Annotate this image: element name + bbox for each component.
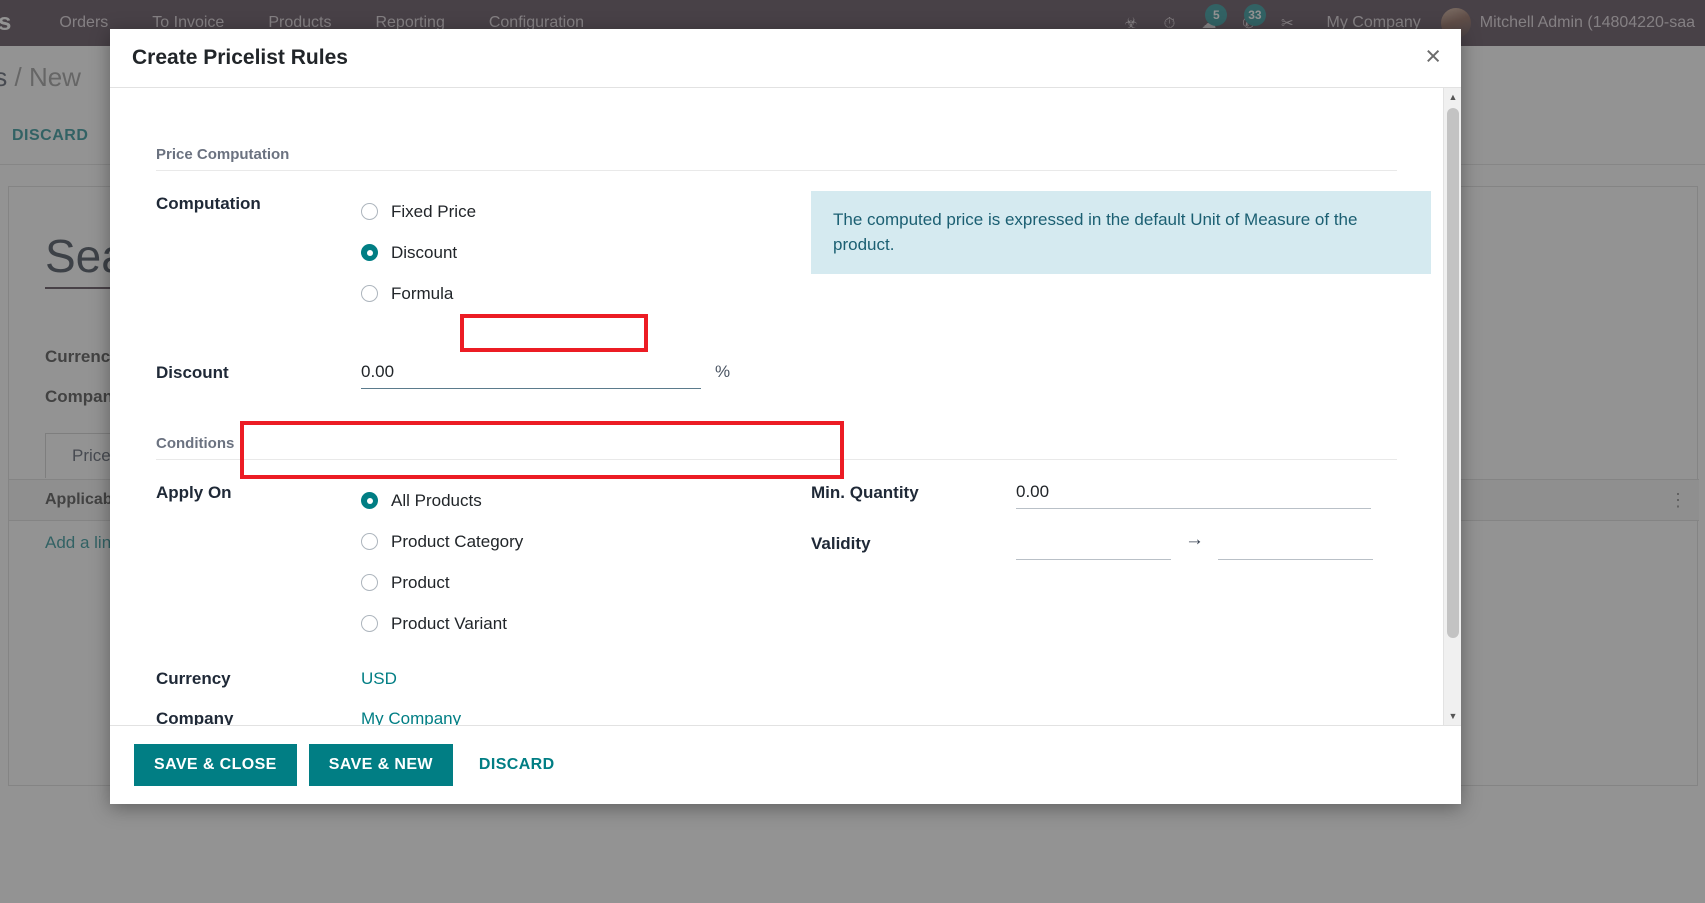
radio-product-icon[interactable] xyxy=(361,574,378,591)
min-quantity-label: Min. Quantity xyxy=(811,483,919,502)
radio-label-all-products: All Products xyxy=(391,490,482,510)
apply-on-field-row: Apply On All Products Product Category P… xyxy=(156,480,801,644)
validity-label: Validity xyxy=(811,534,871,553)
min-quantity-field-row: Min. Quantity xyxy=(811,480,1397,509)
price-computation-right: The computed price is expressed in the d… xyxy=(801,191,1431,318)
company-label: Company xyxy=(156,709,234,725)
apply-on-label: Apply On xyxy=(156,483,232,502)
dialog-scrollbar[interactable]: ▲ ▼ xyxy=(1443,88,1461,725)
dialog-form: Price Computation Computation Fixed Pric… xyxy=(110,88,1443,725)
radio-label-product-variant: Product Variant xyxy=(391,613,507,633)
radio-label-formula: Formula xyxy=(391,283,454,303)
discount-value-group: % xyxy=(361,360,1397,389)
dialog-header: Create Pricelist Rules × xyxy=(110,29,1461,88)
arrow-right-icon: → xyxy=(1185,529,1204,550)
min-quantity-input[interactable] xyxy=(1016,480,1371,509)
radio-option-fixed-price[interactable]: Fixed Price xyxy=(361,191,801,232)
info-alert: The computed price is expressed in the d… xyxy=(811,191,1431,275)
radio-fixed-price-icon[interactable] xyxy=(361,203,378,220)
discount-field-row: Discount % xyxy=(156,360,1397,389)
radio-label-product: Product xyxy=(391,572,450,592)
currency-label: Currency xyxy=(156,669,231,688)
conditions-right: Min. Quantity Validity → xyxy=(801,480,1397,725)
dialog-footer: SAVE & CLOSE SAVE & NEW DISCARD xyxy=(110,725,1461,804)
radio-option-product-variant[interactable]: Product Variant xyxy=(361,603,801,644)
conditions-columns: Apply On All Products Product Category P… xyxy=(156,480,1397,725)
save-and-close-button[interactable]: SAVE & CLOSE xyxy=(134,744,297,786)
radio-option-formula[interactable]: Formula xyxy=(361,273,801,314)
radio-product-category-icon[interactable] xyxy=(361,533,378,550)
radio-all-products-icon[interactable] xyxy=(361,492,378,509)
currency-field-row: Currency USD xyxy=(156,666,801,689)
validity-value-group: → xyxy=(1016,529,1397,560)
discount-label: Discount xyxy=(156,363,229,382)
save-and-new-button[interactable]: SAVE & NEW xyxy=(308,744,453,786)
computation-label: Computation xyxy=(156,194,261,213)
apply-on-radio-group: All Products Product Category Product Pr… xyxy=(361,480,801,644)
company-value[interactable]: My Company xyxy=(361,706,801,725)
radio-label-product-category: Product Category xyxy=(391,531,524,551)
scrollbar-thumb[interactable] xyxy=(1447,108,1459,638)
radio-product-variant-icon[interactable] xyxy=(361,615,378,632)
radio-discount-icon[interactable] xyxy=(361,244,378,261)
radio-label-discount: Discount xyxy=(391,242,458,262)
section-rule-conditions xyxy=(156,459,1397,460)
section-title-price-computation: Price Computation xyxy=(156,146,290,163)
conditions-left: Apply On All Products Product Category P… xyxy=(156,480,801,725)
price-computation-columns: Computation Fixed Price Discount Formula… xyxy=(156,191,1431,318)
scroll-up-icon[interactable]: ▲ xyxy=(1444,88,1461,106)
radio-option-product-category[interactable]: Product Category xyxy=(361,521,801,562)
radio-label-fixed-price: Fixed Price xyxy=(391,201,477,221)
section-rule-price-computation xyxy=(156,170,1397,171)
section-title-conditions: Conditions xyxy=(156,435,235,452)
discount-unit-label: % xyxy=(715,362,731,381)
discard-button[interactable]: DISCARD xyxy=(465,744,569,786)
radio-option-product[interactable]: Product xyxy=(361,562,801,603)
company-field-row: Company My Company xyxy=(156,706,801,725)
radio-option-discount[interactable]: Discount xyxy=(361,232,801,273)
currency-value[interactable]: USD xyxy=(361,666,801,689)
price-computation-left: Computation Fixed Price Discount Formula xyxy=(156,191,801,318)
radio-formula-icon[interactable] xyxy=(361,285,378,302)
dialog-body: Price Computation Computation Fixed Pric… xyxy=(110,88,1461,725)
validity-start-date-input[interactable] xyxy=(1016,531,1171,560)
discount-input[interactable] xyxy=(361,360,701,389)
min-quantity-value-group xyxy=(1016,480,1397,509)
dialog-title: Create Pricelist Rules xyxy=(132,46,348,69)
computation-radio-group: Fixed Price Discount Formula xyxy=(361,191,801,314)
computation-field-row: Computation Fixed Price Discount Formula xyxy=(156,191,801,314)
radio-option-all-products[interactable]: All Products xyxy=(361,480,801,521)
validity-end-date-input[interactable] xyxy=(1218,531,1373,560)
validity-field-row: Validity → xyxy=(811,529,1397,560)
close-icon[interactable]: × xyxy=(1425,43,1441,70)
scroll-down-icon[interactable]: ▼ xyxy=(1444,707,1461,725)
create-pricelist-rules-dialog: Create Pricelist Rules × Price Computati… xyxy=(110,29,1461,804)
